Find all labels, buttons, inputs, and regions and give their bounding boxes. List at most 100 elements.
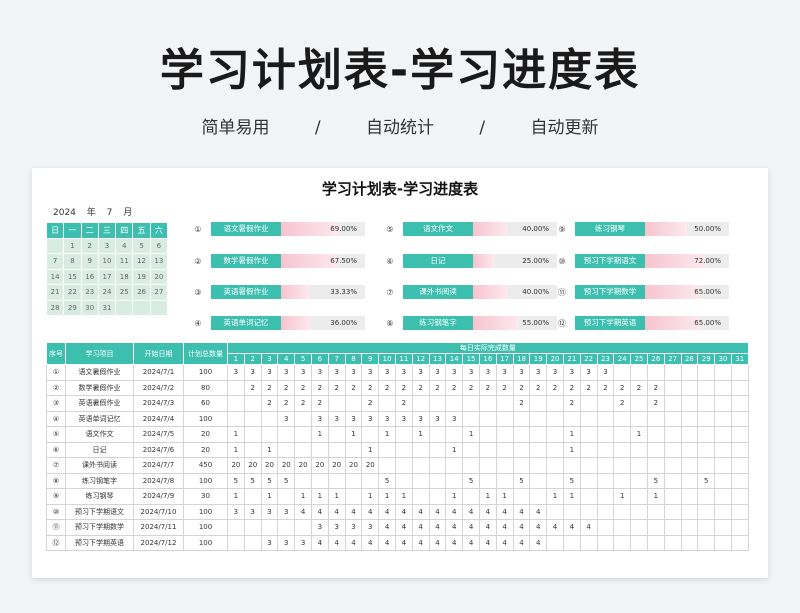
cell-daily xyxy=(613,426,632,443)
cell-seq: ⑤ xyxy=(46,426,66,443)
table-header-day: 19 xyxy=(529,353,548,365)
progress-item: ⑫ 预习下学期英语 65.00% xyxy=(554,316,729,330)
cell-daily xyxy=(680,395,699,412)
cell-start: 2024/7/7 xyxy=(133,457,184,474)
cell-daily: 20 xyxy=(227,457,245,474)
progress-fill xyxy=(645,316,700,330)
cell-daily: 2 xyxy=(361,379,380,396)
table-header-item: 学习项目 xyxy=(65,342,134,365)
cell-daily xyxy=(646,441,665,458)
cell-daily xyxy=(327,395,346,412)
cell-seq: ④ xyxy=(46,410,66,427)
cell-daily xyxy=(680,457,699,474)
cell-daily xyxy=(579,410,598,427)
calendar-week-row: 123456 xyxy=(45,237,169,254)
cell-daily: 3 xyxy=(327,364,346,381)
table-header-day: 5 xyxy=(294,353,312,365)
cell-daily xyxy=(714,441,732,458)
calendar-day: 11 xyxy=(115,253,134,270)
cell-daily: 1 xyxy=(646,488,665,505)
cell-item: 预习下学期语文 xyxy=(65,503,134,520)
progress-bar: 65.00% xyxy=(645,285,729,299)
cell-daily: 2 xyxy=(462,379,480,396)
cell-daily: 1 xyxy=(445,488,464,505)
cell-daily xyxy=(260,410,279,427)
cell-daily xyxy=(730,534,749,551)
cell-daily xyxy=(663,534,682,551)
calendar-weekday: 五 xyxy=(132,222,151,239)
progress-item: ⑧ 练习钢笔字 55.00% xyxy=(382,316,557,330)
cell-daily xyxy=(546,441,564,458)
table-row: ⑨ 练习钢琴 2024/7/9 30 1 1 1 1 1 1 1 1 1 1 1 1 1 1 1 xyxy=(46,488,749,505)
cell-item: 预习下学期数学 xyxy=(65,519,134,536)
cell-daily: 4 xyxy=(495,519,514,536)
cell-daily: 2 xyxy=(394,395,413,412)
cell-daily xyxy=(613,457,632,474)
progress-bar: 36.00% xyxy=(281,316,365,330)
cell-daily xyxy=(697,488,716,505)
cell-daily xyxy=(730,457,749,474)
cell-daily xyxy=(680,441,699,458)
subtitle-part: 简单易用 xyxy=(201,118,270,138)
cell-daily xyxy=(546,534,564,551)
cell-daily: 2 xyxy=(260,395,279,412)
cell-daily xyxy=(227,519,245,536)
cell-total: 100 xyxy=(183,472,228,489)
calendar-weekday: 一 xyxy=(63,222,82,239)
cell-daily xyxy=(411,472,430,489)
cell-daily: 2 xyxy=(294,395,312,412)
calendar-day: 13 xyxy=(149,253,169,270)
table-header-day: 21 xyxy=(562,353,581,365)
cell-daily: 1 xyxy=(613,488,632,505)
calendar-weekday: 六 xyxy=(149,222,169,239)
table-row: ② 数学暑假作业 2024/7/2 80 2 2 2 2 2 2 2 2 2 2 2 2 2 2 2 2 2 2 2 2 2 2 2… xyxy=(46,379,749,396)
cell-daily xyxy=(630,472,648,489)
cell-daily xyxy=(294,519,312,536)
cell-daily xyxy=(411,441,430,458)
cell-daily: 3 xyxy=(243,364,262,381)
cell-daily xyxy=(495,395,514,412)
calendar-week-row: 14 15 16 17 18 19 20 xyxy=(45,268,169,285)
cell-daily xyxy=(227,534,245,551)
progress-label: 预习下学期语文 xyxy=(575,254,645,268)
cell-daily xyxy=(529,395,548,412)
calendar-weekday: 三 xyxy=(97,222,117,239)
calendar-day: 29 xyxy=(63,299,82,316)
cell-daily xyxy=(646,534,665,551)
cell-daily xyxy=(243,488,262,505)
progress-bar: 55.00% xyxy=(473,316,557,330)
table-header-day: 7 xyxy=(327,353,346,365)
cell-item: 练习钢琴 xyxy=(65,488,134,505)
cell-item: 英语暑假作业 xyxy=(65,395,134,412)
cell-daily: 3 xyxy=(294,364,312,381)
cell-daily: 2 xyxy=(579,379,598,396)
cell-daily: 2 xyxy=(310,395,329,412)
cell-daily: 20 xyxy=(260,457,279,474)
calendar-weekday: 二 xyxy=(80,222,99,239)
table-row: ⑩ 预习下学期语文 2024/7/10 100 3 3 3 3 4 4 4 4 4 4 4 4 4 4 4 4 4 4 4 xyxy=(46,503,749,520)
cell-daily xyxy=(394,457,413,474)
cell-daily xyxy=(495,457,514,474)
cell-daily xyxy=(243,395,262,412)
table-header-day: 11 xyxy=(394,353,413,365)
cell-daily: 2 xyxy=(630,379,648,396)
cell-daily: 3 xyxy=(361,364,380,381)
cell-daily xyxy=(294,410,312,427)
cell-daily xyxy=(663,488,682,505)
cell-daily xyxy=(478,472,497,489)
cell-daily xyxy=(663,441,682,458)
cell-daily: 1 xyxy=(562,426,581,443)
cell-daily: 2 xyxy=(562,379,581,396)
cell-daily xyxy=(697,379,716,396)
cell-daily: 1 xyxy=(394,488,413,505)
cell-item: 数学暑假作业 xyxy=(65,379,134,396)
cell-daily: 2 xyxy=(562,395,581,412)
table-header-day: 15 xyxy=(462,353,480,365)
cell-daily: 4 xyxy=(327,503,346,520)
cell-daily xyxy=(445,457,464,474)
cell-daily: 4 xyxy=(512,534,531,551)
table-header-day: 17 xyxy=(495,353,514,365)
cell-daily xyxy=(697,410,716,427)
cell-daily xyxy=(697,441,716,458)
cell-daily xyxy=(344,395,363,412)
